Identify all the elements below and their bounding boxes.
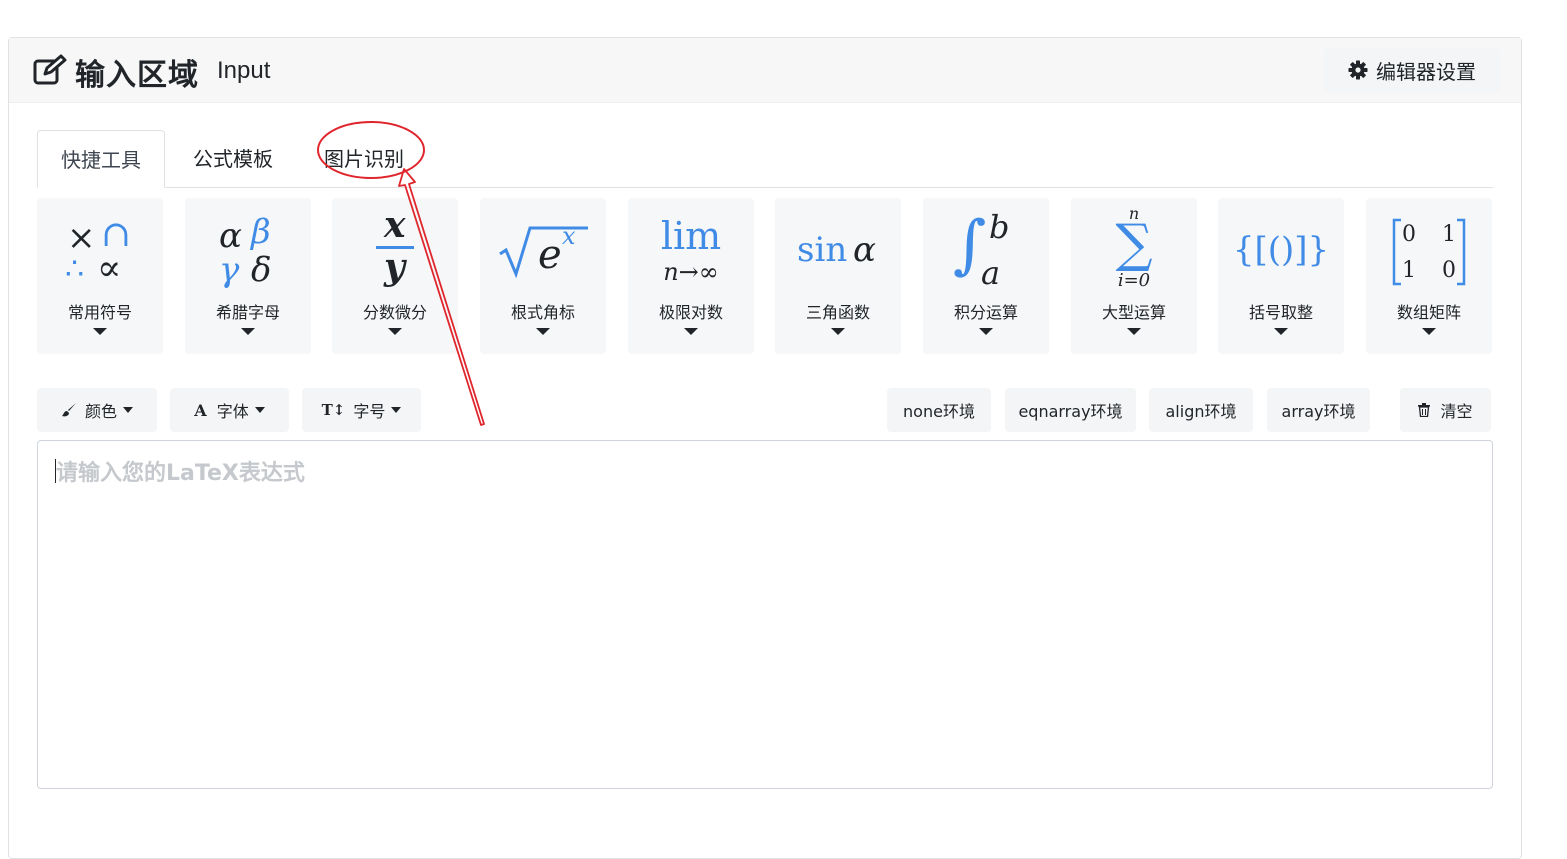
brackets-glyph: {[()]} [1218,208,1344,294]
greek-letters-glyph: α β γ δ [185,208,311,294]
tool-label: 三角函数 [805,303,870,322]
caret-down-icon [1127,328,1141,335]
caret-down-icon [684,328,698,335]
tool-common-symbols[interactable]: × ∩ ∴ ∝ 常用符号 [37,198,163,354]
align-env-button[interactable]: align环境 [1149,388,1253,432]
editor-settings-label: 编辑器设置 [1376,59,1476,84]
caret-down-icon [241,328,255,335]
caret-down-icon [391,407,402,413]
integral-upper: b [989,208,1010,246]
gear-icon [1348,60,1368,80]
tool-trig[interactable]: sin α 三角函数 [775,198,901,354]
fraction-glyph: x y [332,204,458,294]
tool-integrals[interactable]: ∫ b a 积分运算 [923,198,1049,354]
tab-formula-templates[interactable]: 公式模板 [170,130,296,186]
caret-down-icon [536,328,550,335]
tool-label: 括号取整 [1248,303,1313,322]
tool-label: 极限对数 [658,303,723,322]
tab-bar: 快捷工具 公式模板 图片识别 [37,130,1493,188]
clear-button-label: 清空 [1440,402,1473,421]
matrix-cell: 1 [1402,258,1416,283]
caret-down-icon [831,328,845,335]
tool-matrix[interactable]: 0 1 1 0 数组矩阵 [1366,198,1492,354]
limit-glyph: lim n→∞ [628,208,754,294]
edit-icon [33,54,67,85]
tool-greek-letters[interactable]: α β γ δ 希腊字母 [185,198,311,354]
editor-placeholder: 请输入您的LaTeX表达式 [56,461,305,486]
matrix-bracket-left [1392,218,1401,286]
caret-down-icon [1274,328,1288,335]
font-size-button[interactable]: T↕ 字号 [302,388,421,432]
none-env-button[interactable]: none环境 [887,388,991,432]
tool-label: 根式角标 [510,303,575,322]
sum-glyph: n ∑ i=0 [1071,204,1197,294]
tool-limits[interactable]: lim n→∞ 极限对数 [628,198,754,354]
tool-large-operators[interactable]: n ∑ i=0 大型运算 [1071,198,1197,354]
caret-down-icon [123,407,133,413]
tool-roots[interactable]: e x 根式角标 [480,198,606,354]
beta-symbol: β [251,212,271,252]
brush-icon [61,403,76,417]
matrix-cell: 0 [1402,222,1416,247]
eqnarray-env-button[interactable]: eqnarray环境 [1005,388,1136,432]
lim-text: lim [660,214,722,258]
delta-symbol: δ [251,250,272,290]
caret-down-icon [1422,328,1436,335]
sum-lower: i=0 [1117,270,1151,291]
tool-label: 大型运算 [1101,303,1166,322]
trig-glyph: sin α [775,208,901,294]
color-button-label: 颜色 [84,402,117,421]
font-icon: A [194,400,207,420]
fraction-denominator: y [384,246,405,288]
brackets-text: {[()]} [1232,230,1330,270]
lim-subscript: n→∞ [663,258,719,286]
caret-down-icon [979,328,993,335]
color-button[interactable]: 颜色 [37,388,157,432]
root-glyph: e x [480,208,606,294]
therefore-symbol: ∴ [65,252,85,287]
card-header: 输入区域 Input 编辑器设置 [9,38,1521,103]
trig-argument: α [853,230,876,270]
matrix-cell: 1 [1442,222,1456,247]
page-title: 输入区域 [75,58,199,93]
sin-text: sin [797,230,848,270]
input-card: 输入区域 Input 编辑器设置 快捷工具 公式模板 图片识别 × ∩ ∴ ∝ … [8,37,1522,859]
trash-icon [1418,403,1431,417]
tool-label: 分数微分 [362,303,427,322]
root-radicand: e [538,232,562,278]
tab-image-recognition[interactable]: 图片识别 [301,130,427,186]
tool-brackets[interactable]: {[()]} 括号取整 [1218,198,1344,354]
gamma-symbol: γ [219,250,240,290]
clear-button[interactable]: 清空 [1400,388,1491,432]
integral-lower: a [981,254,1001,292]
common-symbols-glyph: × ∩ ∴ ∝ [37,208,163,294]
tab-quick-tools[interactable]: 快捷工具 [37,130,165,188]
caret-down-icon [93,328,107,335]
tool-fractions[interactable]: x y 分数微分 [332,198,458,354]
tool-label: 希腊字母 [215,303,280,322]
caret-down-icon [388,328,402,335]
propto-symbol: ∝ [97,248,122,289]
integral-glyph: ∫ b a [923,208,1049,294]
tool-label: 常用符号 [67,303,132,322]
font-size-button-label: 字号 [353,402,386,421]
matrix-bracket-right [1457,218,1466,286]
array-env-button[interactable]: array环境 [1267,388,1370,432]
font-button-label: 字体 [216,402,249,421]
sum-sign: ∑ [1115,214,1153,274]
root-exponent: x [562,222,576,250]
editor-settings-button[interactable]: 编辑器设置 [1324,48,1500,92]
page-subtitle: Input [217,57,271,84]
fraction-numerator: x [384,204,406,246]
tool-label: 数组矩阵 [1396,303,1461,322]
matrix-glyph: 0 1 1 0 [1366,208,1492,294]
text-size-icon: T↕ [321,401,346,419]
matrix-cell: 0 [1442,258,1456,283]
caret-down-icon [254,407,265,413]
font-button[interactable]: A 字体 [170,388,289,432]
latex-editor[interactable]: 请输入您的LaTeX表达式 [37,440,1493,789]
tool-label: 积分运算 [953,303,1018,322]
